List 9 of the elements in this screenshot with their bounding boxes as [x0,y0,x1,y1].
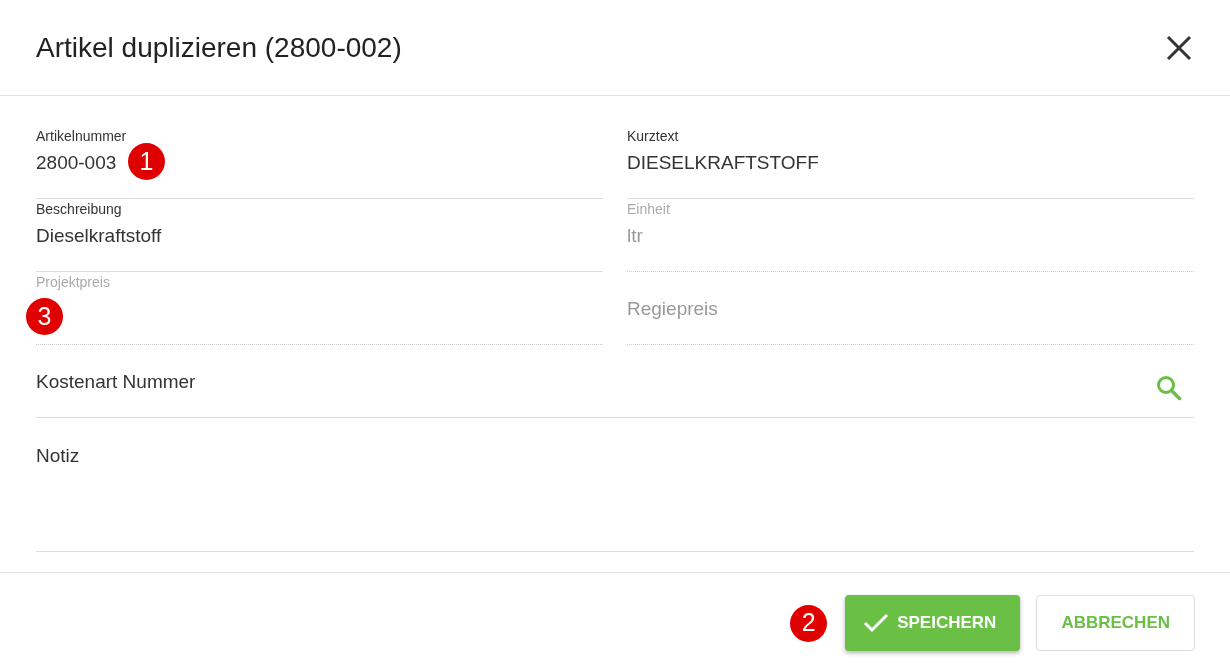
field-label: Einheit [627,200,671,219]
field-label: Projektpreis [36,273,111,292]
dialog-title: Artikel duplizieren (2800-002) [36,30,402,65]
field-label: Beschreibung [36,200,123,219]
annotation-marker: 3 [26,298,63,335]
field-label: Artikelnummer [36,127,128,146]
annotation-marker: 2 [790,604,828,642]
annotation-marker: 1 [128,143,165,180]
field-label: Kurztext [627,127,680,146]
